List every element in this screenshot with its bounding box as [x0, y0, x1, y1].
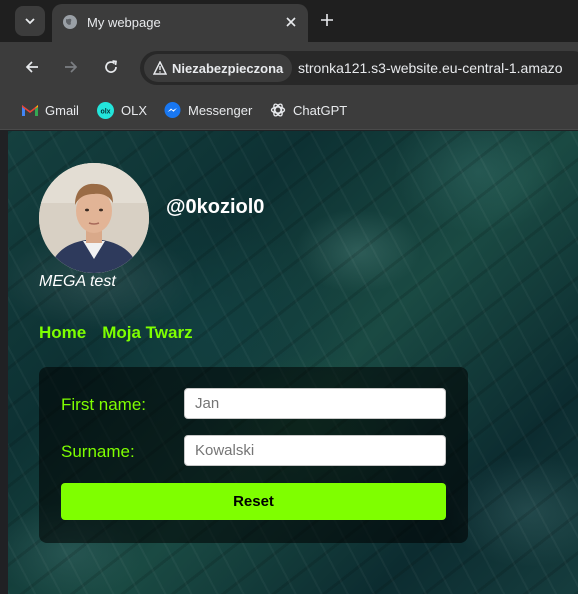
profile-handle: @0koziol0 [166, 196, 265, 218]
bookmark-gmail[interactable]: Gmail [22, 101, 79, 119]
avatar [39, 163, 149, 273]
tab-strip: My webpage [0, 0, 578, 42]
bookmark-label: Messenger [188, 102, 253, 118]
security-chip[interactable]: Niezabezpieczona [144, 54, 292, 82]
globe-icon [63, 15, 77, 29]
reset-button[interactable]: Reset [61, 483, 446, 520]
surname-input[interactable] [184, 435, 446, 466]
bookmark-olx[interactable]: olx OLX [97, 101, 147, 119]
address-bar[interactable]: Niezabezpieczona stronka121.s3-website.e… [140, 51, 578, 85]
tab-title: My webpage [87, 15, 161, 30]
browser-toolbar: Niezabezpieczona stronka121.s3-website.e… [0, 42, 578, 92]
bookmark-label: OLX [121, 102, 148, 118]
bookmarks-bar: Gmail olx OLX Messenger ChatGPT [0, 92, 578, 130]
nav-link-home[interactable]: Home [39, 323, 86, 343]
name-form: First name: Surname: Reset [39, 367, 468, 543]
browser-tab[interactable]: My webpage [52, 4, 308, 42]
first-name-label: First name: [61, 395, 147, 414]
tab-search-button[interactable] [15, 6, 45, 36]
messenger-icon [164, 101, 181, 118]
url-text[interactable]: stronka121.s3-website.eu-central-1.amazo [298, 60, 563, 76]
close-icon[interactable] [282, 13, 300, 31]
bookmark-messenger[interactable]: Messenger [164, 101, 252, 119]
bookmark-label: ChatGPT [293, 102, 348, 118]
forward-arrow-icon[interactable] [62, 58, 80, 76]
reload-icon[interactable] [102, 58, 120, 76]
back-arrow-icon[interactable] [23, 58, 41, 76]
chatgpt-icon [270, 103, 286, 117]
page-viewport: @0koziol0 MEGA test Home Moja Twarz Firs… [8, 131, 578, 594]
new-tab-icon[interactable] [318, 11, 336, 29]
main-nav: Home Moja Twarz [39, 323, 193, 343]
surname-label: Surname: [61, 442, 135, 461]
gmail-icon [22, 105, 38, 116]
chevron-down-icon [25, 18, 35, 25]
profile-subtitle: MEGA test [39, 273, 116, 290]
svg-text:olx: olx [100, 108, 110, 115]
bookmark-chatgpt[interactable]: ChatGPT [270, 101, 347, 119]
first-name-input[interactable] [184, 388, 446, 419]
nav-link-moja-twarz[interactable]: Moja Twarz [102, 323, 192, 343]
warning-icon [153, 61, 167, 75]
bookmark-label: Gmail [45, 102, 79, 118]
olx-icon: olx [97, 101, 114, 119]
security-label: Niezabezpieczona [172, 61, 284, 76]
